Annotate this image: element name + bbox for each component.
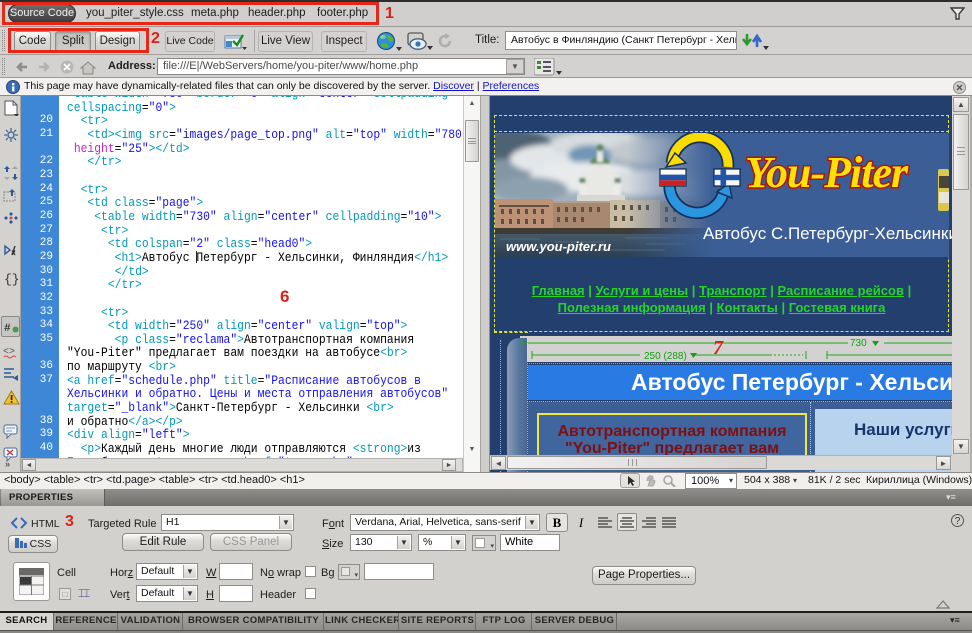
svg-text:You-Piter: You-Piter [745, 148, 909, 197]
svg-text:250 (288): 250 (288) [644, 351, 687, 362]
svg-text:#: # [4, 323, 11, 334]
svg-text:730: 730 [850, 338, 867, 349]
svg-text:{}: {} [4, 272, 19, 286]
